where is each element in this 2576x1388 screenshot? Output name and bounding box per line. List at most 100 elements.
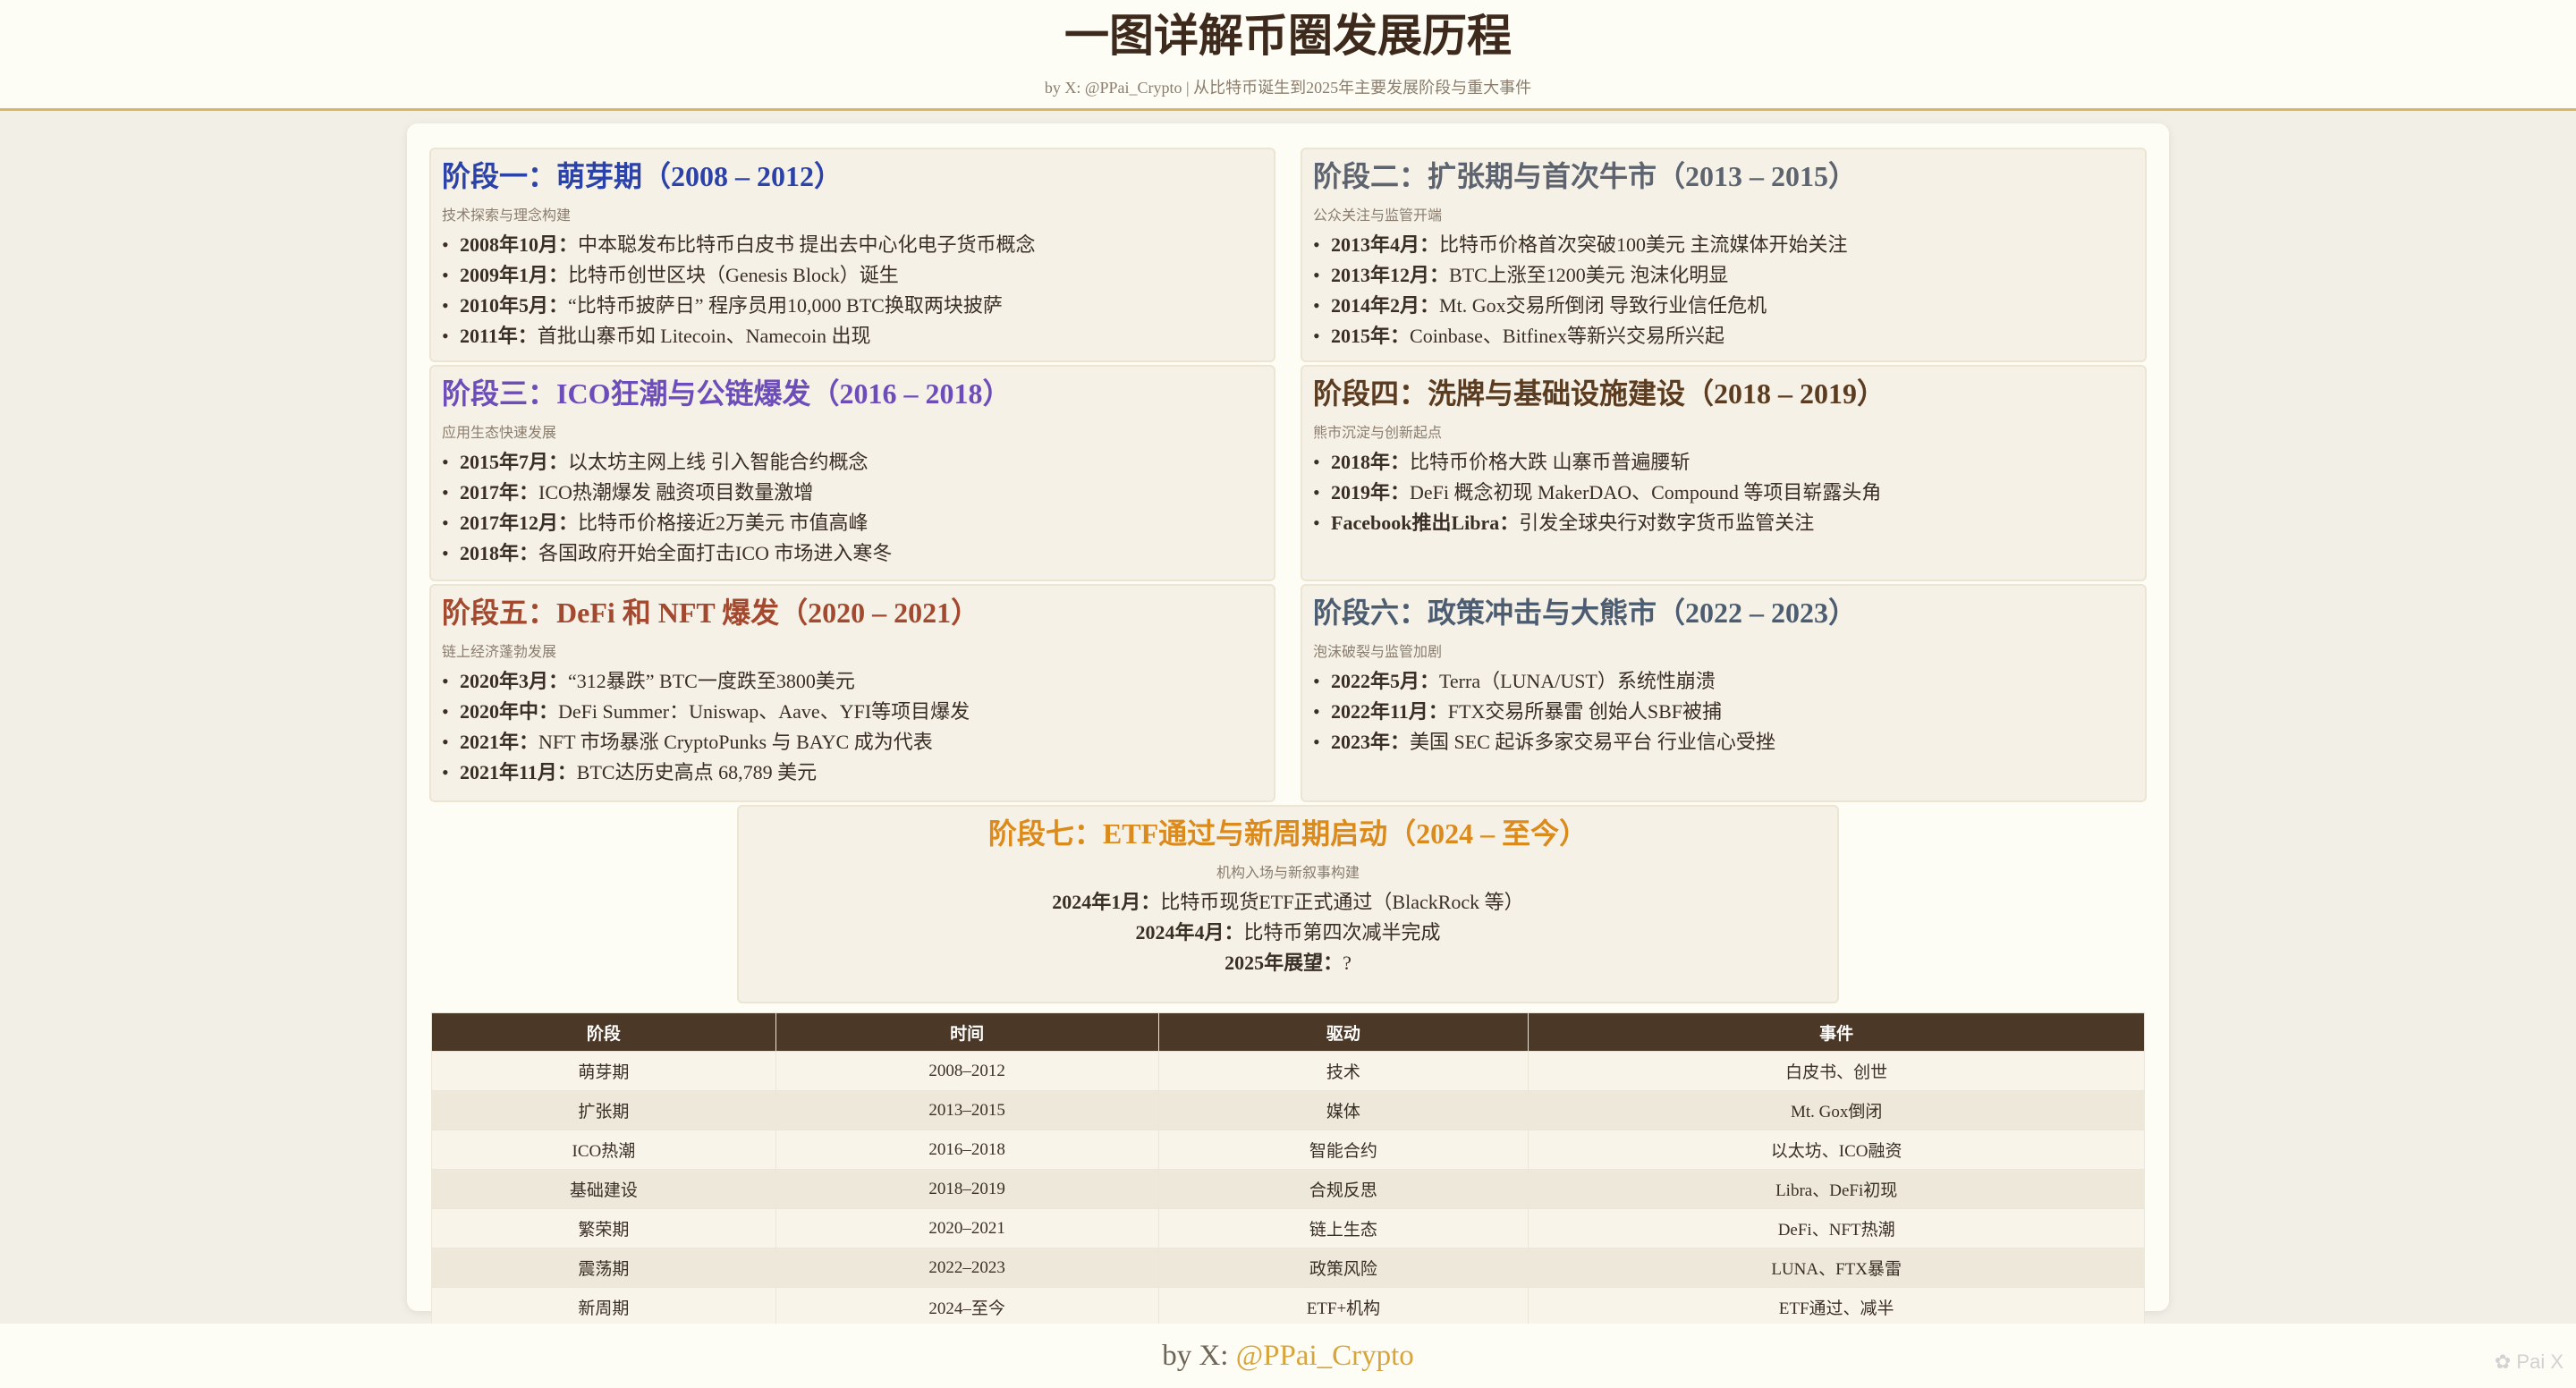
table-cell: ETF+机构 — [1157, 1287, 1530, 1327]
event-date: 2020年中： — [460, 700, 559, 723]
table-cell: 链上生态 — [1157, 1208, 1530, 1248]
stage-card-5: 阶段五：DeFi 和 NFT 爆发（2020 – 2021） 链上经济蓬勃发展 … — [429, 584, 1275, 802]
event-list: 2008年10月：中本聪发布比特币白皮书 提出去中心化电子货币概念 2009年1… — [442, 230, 1263, 351]
stage-title: 阶段一：萌芽期（2008 – 2012） — [442, 160, 843, 192]
table-cell: LUNA、FTX暴雷 — [1528, 1248, 2145, 1288]
event-text: 比特币价格首次突破100美元 主流媒体开始关注 — [1439, 233, 1848, 256]
watermark-text: Pai X — [2516, 1350, 2563, 1373]
stage-subtitle: 泡沫破裂与监管加剧 — [1313, 645, 1443, 660]
table-cell: DeFi、NFT热潮 — [1528, 1208, 2145, 1248]
event-item: 2014年2月：Mt. Gox交易所倒闭 导致行业信任危机 — [1313, 291, 2134, 321]
table-cell: ICO热潮 — [431, 1130, 776, 1170]
event-date: 2013年4月： — [1331, 233, 1440, 256]
event-text: 比特币价格接近2万美元 市值高峰 — [578, 512, 869, 534]
event-text: “比特币披萨日” 程序员用10,000 BTC换取两块披萨 — [568, 294, 1003, 317]
event-item: 2011年：首批山寨币如 Litecoin、Namecoin 出现 — [442, 321, 1263, 351]
event-item: 2024年1月：比特币现货ETF正式通过（BlackRock 等） — [750, 887, 1826, 918]
event-item: Facebook推出Libra：引发全球央行对数字货币监管关注 — [1313, 508, 2134, 538]
event-date: 2021年11月： — [460, 761, 577, 783]
stage-card-2: 阶段二：扩张期与首次牛市（2013 – 2015） 公众关注与监管开端 2013… — [1301, 148, 2147, 362]
stage-title: 阶段六：政策冲击与大熊市（2022 – 2023） — [1313, 597, 1858, 629]
stage-title: 阶段七：ETF通过与新周期启动（2024 – 至今） — [987, 817, 1589, 850]
event-item: 2021年11月：BTC达历史高点 68,789 美元 — [442, 757, 1263, 788]
table-cell: 2022–2023 — [775, 1248, 1159, 1288]
event-text: NFT 市场暴涨 CryptoPunks 与 BAYC 成为代表 — [538, 731, 933, 753]
event-date: 2022年11月： — [1331, 700, 1448, 723]
page-subtitle: by X: @PPai_Crypto | 从比特币诞生到2025年主要发展阶段与… — [1044, 79, 1532, 97]
event-date: 2008年10月： — [460, 233, 579, 256]
event-date: 2017年： — [460, 481, 539, 504]
stage-title: 阶段二：扩张期与首次牛市（2013 – 2015） — [1313, 160, 1858, 192]
stage-subtitle: 应用生态快速发展 — [442, 426, 557, 441]
event-list: 2015年7月：以太坊主网上线 引入智能合约概念 2017年：ICO热潮爆发 融… — [442, 447, 1263, 569]
event-text: 各国政府开始全面打击ICO 市场进入寒冬 — [538, 542, 893, 564]
column-header: 时间 — [775, 1012, 1159, 1052]
event-text: 比特币现货ETF正式通过（BlackRock 等） — [1160, 891, 1524, 913]
event-text: BTC达历史高点 68,789 美元 — [576, 761, 818, 783]
table-cell: 2008–2012 — [775, 1051, 1159, 1091]
event-text: FTX交易所暴雷 创始人SBF被捕 — [1447, 700, 1723, 723]
event-date: 2017年12月： — [460, 512, 579, 534]
table-cell: 政策风险 — [1157, 1248, 1530, 1288]
event-item: 2018年：各国政府开始全面打击ICO 市场进入寒冬 — [442, 538, 1263, 569]
event-date: 2010年5月： — [460, 294, 569, 317]
stage-subtitle: 链上经济蓬勃发展 — [442, 645, 557, 660]
event-text: ? — [1343, 952, 1352, 974]
event-date: 2022年5月： — [1331, 670, 1440, 692]
event-list: 2013年4月：比特币价格首次突破100美元 主流媒体开始关注 2013年12月… — [1313, 230, 2134, 351]
event-item: 2020年3月：“312暴跌” BTC一度跌至3800美元 — [442, 666, 1263, 697]
stage-subtitle: 熊市沉淀与创新起点 — [1313, 426, 1443, 441]
footer-handle-link[interactable]: @PPai_Crypto — [1236, 1340, 1414, 1372]
table-row: ICO热潮 2016–2018 智能合约 以太坊、ICO融资 — [431, 1130, 2145, 1170]
stage-card-4: 阶段四：洗牌与基础设施建设（2018 – 2019） 熊市沉淀与创新起点 201… — [1301, 365, 2147, 581]
footer: by X: @PPai_Crypto — [0, 1324, 2576, 1388]
event-date: 2018年： — [460, 542, 539, 564]
stage-card-3: 阶段三：ICO狂潮与公链爆发（2016 – 2018） 应用生态快速发展 201… — [429, 365, 1275, 581]
table-cell: 白皮书、创世 — [1528, 1051, 2145, 1091]
table-cell: 智能合约 — [1157, 1130, 1530, 1170]
watermark: ✿ Pai X — [2495, 1350, 2563, 1374]
table-cell: 扩张期 — [431, 1090, 776, 1130]
event-date: 2014年2月： — [1331, 294, 1440, 317]
event-text: “312暴跌” BTC一度跌至3800美元 — [568, 670, 855, 692]
table-cell: 媒体 — [1157, 1090, 1530, 1130]
event-date: 2015年： — [1331, 325, 1411, 347]
table-cell: 技术 — [1157, 1051, 1530, 1091]
event-list: 2018年：比特币价格大跌 山寨币普遍腰斩 2019年：DeFi 概念初现 Ma… — [1313, 447, 2134, 538]
table-cell: 合规反思 — [1157, 1169, 1530, 1209]
event-date: 2018年： — [1331, 451, 1411, 473]
stage-title: 阶段三：ICO狂潮与公链爆发（2016 – 2018） — [442, 377, 1012, 410]
column-header: 阶段 — [431, 1012, 776, 1052]
event-text: Terra（LUNA/UST）系统性崩溃 — [1439, 670, 1716, 692]
table-row: 繁荣期 2020–2021 链上生态 DeFi、NFT热潮 — [431, 1208, 2145, 1248]
event-text: 比特币第四次减半完成 — [1243, 921, 1441, 944]
event-text: ICO热潮爆发 融资项目数量激增 — [538, 481, 814, 504]
table-cell: 2018–2019 — [775, 1169, 1159, 1209]
stage-title: 阶段五：DeFi 和 NFT 爆发（2020 – 2021） — [442, 597, 980, 629]
event-item: 2008年10月：中本聪发布比特币白皮书 提出去中心化电子货币概念 — [442, 230, 1263, 260]
event-date: 2009年1月： — [460, 264, 569, 286]
table-cell: 萌芽期 — [431, 1051, 776, 1091]
table-cell: 震荡期 — [431, 1248, 776, 1288]
event-text: 中本聪发布比特币白皮书 提出去中心化电子货币概念 — [578, 233, 1036, 256]
table-cell: Mt. Gox倒闭 — [1528, 1090, 2145, 1130]
page-title: 一图详解币圈发展历程 — [1064, 11, 1512, 61]
table-row: 扩张期 2013–2015 媒体 Mt. Gox倒闭 — [431, 1090, 2145, 1130]
event-date: 2020年3月： — [460, 670, 569, 692]
event-item: 2009年1月：比特币创世区块（Genesis Block）诞生 — [442, 260, 1263, 291]
event-date: 2023年： — [1331, 731, 1411, 753]
event-item: 2019年：DeFi 概念初现 MakerDAO、Compound 等项目崭露头… — [1313, 478, 2134, 508]
column-header: 事件 — [1528, 1012, 2145, 1052]
table-row: 萌芽期 2008–2012 技术 白皮书、创世 — [431, 1051, 2145, 1091]
event-item: 2023年：美国 SEC 起诉多家交易平台 行业信心受挫 — [1313, 727, 2134, 757]
stage-card-7: 阶段七：ETF通过与新周期启动（2024 – 至今） 机构入场与新叙事构建 20… — [737, 805, 1839, 1003]
summary-table: 阶段 时间 驱动 事件 萌芽期 2008–2012 技术 白皮书、创世 扩张期 … — [431, 1012, 2145, 1327]
event-list: 2020年3月：“312暴跌” BTC一度跌至3800美元 2020年中：DeF… — [442, 666, 1263, 788]
table-cell: 基础建设 — [431, 1169, 776, 1209]
event-item: 2015年7月：以太坊主网上线 引入智能合约概念 — [442, 447, 1263, 478]
event-date: Facebook推出Libra： — [1331, 512, 1520, 534]
column-header: 驱动 — [1157, 1012, 1530, 1052]
header: 一图详解币圈发展历程 by X: @PPai_Crypto | 从比特币诞生到2… — [0, 0, 2576, 111]
event-text: 首批山寨币如 Litecoin、Namecoin 出现 — [537, 325, 871, 347]
table-row: 基础建设 2018–2019 合规反思 Libra、DeFi初现 — [431, 1169, 2145, 1209]
